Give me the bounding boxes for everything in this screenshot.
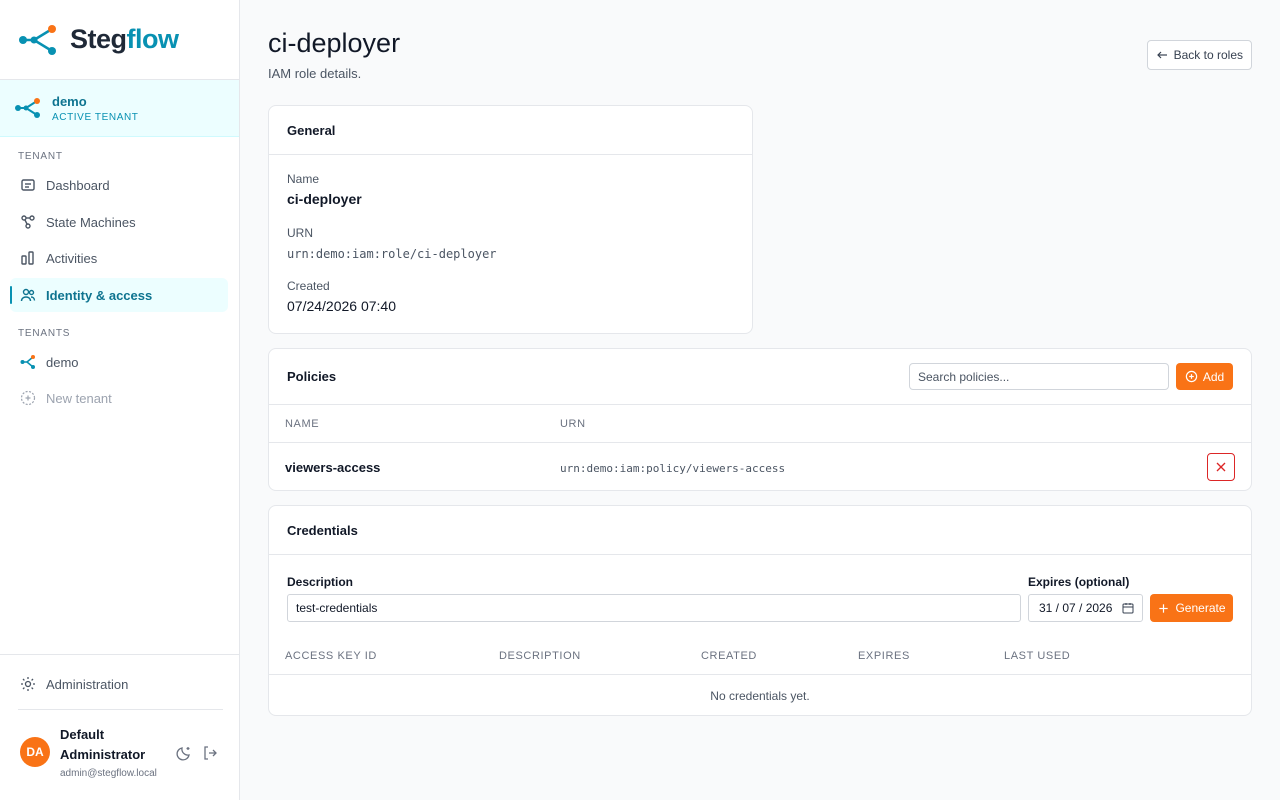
sidebar: Stegflow demo ACTIVE TENANT TENANT Dashb…	[0, 0, 240, 800]
remove-policy-button[interactable]	[1207, 453, 1235, 481]
expires-date-input[interactable]: 31 / 07 / 2026	[1028, 594, 1143, 622]
administration-link[interactable]: Administration	[10, 669, 128, 699]
description-input[interactable]	[287, 594, 1021, 622]
close-icon	[1216, 462, 1226, 472]
sun-gear-icon	[21, 677, 35, 691]
policy-name[interactable]: viewers-access	[285, 460, 380, 475]
sidebar-footer: Administration DA Default Administrator …	[0, 654, 239, 800]
sidebar-item-identity-access[interactable]: Identity & access	[10, 278, 228, 312]
divider	[269, 674, 1251, 675]
general-card: General Name ci-deployer URN urn:demo:ia…	[268, 105, 753, 334]
name-label: Name	[287, 172, 320, 186]
empty-state-text: No credentials yet.	[710, 689, 810, 703]
brand[interactable]: Stegflow	[0, 0, 239, 80]
policies-card: Policies Add NAME URN viewers-access urn…	[268, 348, 1252, 491]
column-header-name: NAME	[285, 418, 320, 430]
created-label: Created	[287, 279, 330, 293]
sidebar-item-label: Identity & access	[46, 287, 153, 303]
active-tenant-tag: ACTIVE TENANT	[52, 111, 139, 123]
sidebar-item-tenant-demo[interactable]: demo	[10, 345, 228, 379]
new-tenant-label: New tenant	[46, 390, 112, 406]
back-to-roles-button[interactable]: Back to roles	[1146, 40, 1252, 70]
column-header-urn: URN	[560, 418, 586, 430]
policy-urn: urn:demo:iam:policy/viewers-access	[560, 462, 786, 475]
column-header-last-used: LAST USED	[1004, 650, 1071, 662]
credentials-card: Credentials Description Expires (optiona…	[268, 505, 1252, 716]
tenants-section-label: TENANTS	[18, 328, 71, 339]
description-label: Description	[287, 575, 354, 589]
brand-name: Stegflow	[70, 24, 179, 54]
new-tenant-button[interactable]: New tenant	[10, 381, 228, 415]
sidebar-item-label: State Machines	[46, 214, 136, 230]
credentials-card-title: Credentials	[269, 506, 1251, 555]
sidebar-item-label: Dashboard	[46, 177, 110, 193]
plus-circle-icon	[20, 390, 36, 406]
sidebar-item-activities[interactable]: Activities	[10, 241, 228, 275]
tenant-network-icon	[20, 355, 35, 369]
created-value: 07/24/2026 07:40	[287, 298, 396, 314]
plus-circle-icon	[1185, 370, 1198, 383]
activities-icon	[21, 251, 34, 265]
active-tenant[interactable]: demo ACTIVE TENANT	[0, 80, 239, 137]
dashboard-icon	[21, 179, 35, 191]
logout-icon[interactable]	[202, 745, 218, 761]
column-header-created: CREATED	[701, 650, 757, 662]
search-policies-input[interactable]	[909, 363, 1169, 390]
column-header-access-key-id: ACCESS KEY ID	[285, 650, 377, 662]
arrow-left-icon	[1156, 51, 1167, 59]
tenant-section-label: TENANT	[18, 151, 63, 162]
back-label: Back to roles	[1173, 48, 1243, 62]
sidebar-item-state-machines[interactable]: State Machines	[10, 205, 228, 239]
active-tenant-name: demo	[52, 93, 87, 109]
network-logo-icon	[19, 24, 56, 55]
add-policy-button[interactable]: Add	[1176, 363, 1233, 390]
users-icon	[20, 288, 36, 302]
state-machines-icon	[21, 215, 35, 229]
generate-button[interactable]: Generate	[1150, 594, 1233, 622]
page-title: ci-deployer	[268, 28, 401, 58]
calendar-icon	[1122, 603, 1134, 614]
sidebar-item-label: demo	[46, 354, 79, 370]
user-actions	[176, 745, 218, 761]
divider	[269, 442, 1251, 443]
name-value: ci-deployer	[287, 191, 362, 207]
column-header-expires: EXPIRES	[858, 650, 910, 662]
sidebar-item-dashboard[interactable]: Dashboard	[10, 168, 228, 202]
urn-value: urn:demo:iam:role/ci-deployer	[287, 247, 497, 261]
avatar[interactable]: DA	[20, 737, 50, 767]
general-card-title: General	[269, 106, 752, 155]
urn-label: URN	[287, 226, 313, 240]
sidebar-item-label: Activities	[46, 250, 98, 266]
moon-theme-icon[interactable]	[176, 745, 192, 761]
plus-icon	[1159, 603, 1169, 613]
tenant-network-icon	[15, 98, 40, 118]
expires-label: Expires (optional)	[1028, 575, 1130, 589]
user-name: Default Administrator	[60, 727, 146, 762]
divider	[18, 709, 223, 710]
administration-label: Administration	[46, 676, 129, 692]
column-header-description: DESCRIPTION	[499, 650, 581, 662]
generate-label: Generate	[1175, 601, 1226, 615]
expires-value: 31 / 07 / 2026	[1039, 601, 1113, 615]
page-subtitle: IAM role details.	[268, 66, 362, 81]
add-label: Add	[1202, 369, 1225, 384]
user-email: admin@stegflow.local	[60, 768, 157, 779]
